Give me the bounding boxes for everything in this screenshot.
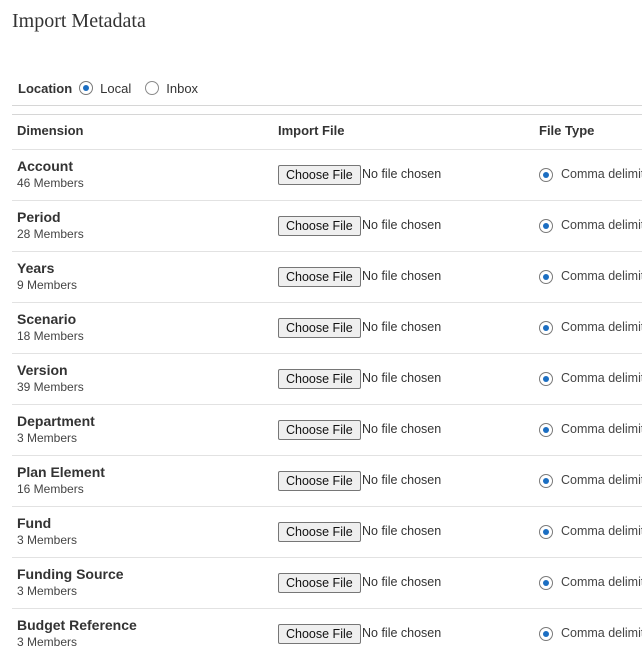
file-status-text: No file chosen — [362, 320, 442, 334]
member-count: 3 Members — [17, 635, 78, 649]
file-type-radio[interactable] — [539, 474, 553, 488]
member-count: 16 Members — [17, 482, 84, 496]
choose-file-button[interactable]: Choose File — [278, 420, 361, 440]
file-status-text: No file chosen — [362, 575, 442, 589]
local-radio-label: Local — [100, 80, 132, 96]
table-row: Plan Element 16 Members Choose File No file… — [12, 455, 642, 506]
table-row: Version 39 Members Choose File No file chos… — [12, 353, 642, 404]
file-type-radio[interactable] — [539, 627, 553, 641]
table-row: Years 9 Members Choose File No file chosen C… — [12, 251, 642, 302]
dimension-name: Department — [17, 413, 95, 429]
column-header-import-file: Import File — [278, 123, 345, 138]
file-status-text: No file chosen — [362, 218, 442, 232]
dimension-name: Scenario — [17, 311, 77, 327]
file-type-label: Comma delimit — [561, 422, 642, 436]
file-status-text: No file chosen — [362, 473, 442, 487]
choose-file-button[interactable]: Choose File — [278, 369, 361, 389]
dimension-name: Funding Source — [17, 566, 124, 582]
file-status-text: No file chosen — [362, 422, 442, 436]
choose-file-button[interactable]: Choose File — [278, 471, 361, 491]
file-type-label: Comma delimit — [561, 218, 642, 232]
member-count: 3 Members — [17, 584, 78, 598]
location-label: Location — [18, 80, 73, 96]
column-header-file-type: File Type — [539, 123, 595, 138]
file-type-radio[interactable] — [539, 576, 553, 590]
file-type-label: Comma delimit — [561, 320, 642, 334]
table-header: Dimension Import File File Type — [12, 115, 642, 149]
member-count: 18 Members — [17, 329, 84, 343]
location-option-inbox[interactable]: Inbox — [145, 81, 198, 96]
table-row: Funding Source 3 Members Choose File No fil… — [12, 557, 642, 608]
page-title: Import Metadata — [12, 10, 146, 32]
file-type-radio[interactable] — [539, 525, 553, 539]
member-count: 46 Members — [17, 176, 84, 190]
location-selector: Location Local Inbox — [18, 78, 212, 98]
choose-file-button[interactable]: Choose File — [278, 216, 361, 236]
file-status-text: No file chosen — [362, 371, 442, 385]
file-type-radio[interactable] — [539, 270, 553, 284]
file-type-label: Comma delimit — [561, 269, 642, 283]
column-header-dimension: Dimension — [17, 123, 84, 138]
file-type-label: Comma delimit — [561, 626, 642, 640]
dimension-name: Version — [17, 362, 68, 378]
table-row: Fund 3 Members Choose File No file chosen Co… — [12, 506, 642, 557]
file-type-radio[interactable] — [539, 423, 553, 437]
choose-file-button[interactable]: Choose File — [278, 165, 361, 185]
file-status-text: No file chosen — [362, 269, 442, 283]
member-count: 3 Members — [17, 431, 78, 445]
table-row: Scenario 18 Members Choose File No file cho… — [12, 302, 642, 353]
file-status-text: No file chosen — [362, 626, 442, 640]
choose-file-button[interactable]: Choose File — [278, 624, 361, 644]
file-type-label: Comma delimit — [561, 371, 642, 385]
inbox-radio[interactable] — [145, 81, 160, 95]
member-count: 28 Members — [17, 227, 84, 241]
choose-file-button[interactable]: Choose File — [278, 522, 361, 542]
file-status-text: No file chosen — [362, 524, 442, 538]
file-type-label: Comma delimit — [561, 575, 642, 589]
dimension-name: Years — [17, 260, 55, 276]
file-type-label: Comma delimit — [561, 167, 642, 181]
dimension-name: Budget Reference — [17, 617, 137, 633]
dimension-name: Fund — [17, 515, 52, 531]
location-option-local[interactable]: Local — [79, 81, 131, 96]
member-count: 3 Members — [17, 533, 78, 547]
inbox-radio-label: Inbox — [166, 80, 199, 96]
choose-file-button[interactable]: Choose File — [278, 573, 361, 593]
choose-file-button[interactable]: Choose File — [278, 318, 361, 338]
table-row: Budget Reference 3 Members Choose File No f… — [12, 608, 642, 659]
dimension-name: Account — [17, 158, 73, 174]
file-type-radio[interactable] — [539, 168, 553, 182]
file-type-label: Comma delimit — [561, 473, 642, 487]
table-row: Department 3 Members Choose File No file ch… — [12, 404, 642, 455]
file-type-radio[interactable] — [539, 219, 553, 233]
file-status-text: No file chosen — [362, 167, 442, 181]
dimension-name: Plan Element — [17, 464, 105, 480]
file-type-radio[interactable] — [539, 372, 553, 386]
choose-file-button[interactable]: Choose File — [278, 267, 361, 287]
local-radio[interactable] — [79, 81, 94, 95]
table-row: Account 46 Members Choose File No file chos… — [12, 149, 642, 200]
table-row: Period 28 Members Choose File No file chose… — [12, 200, 642, 251]
dimension-name: Period — [17, 209, 61, 225]
file-type-radio[interactable] — [539, 321, 553, 335]
file-type-label: Comma delimit — [561, 524, 642, 538]
member-count: 39 Members — [17, 380, 84, 394]
dimension-table-body: Account 46 Members Choose File No file chos… — [12, 149, 642, 659]
member-count: 9 Members — [17, 278, 78, 292]
section-divider — [12, 105, 642, 106]
